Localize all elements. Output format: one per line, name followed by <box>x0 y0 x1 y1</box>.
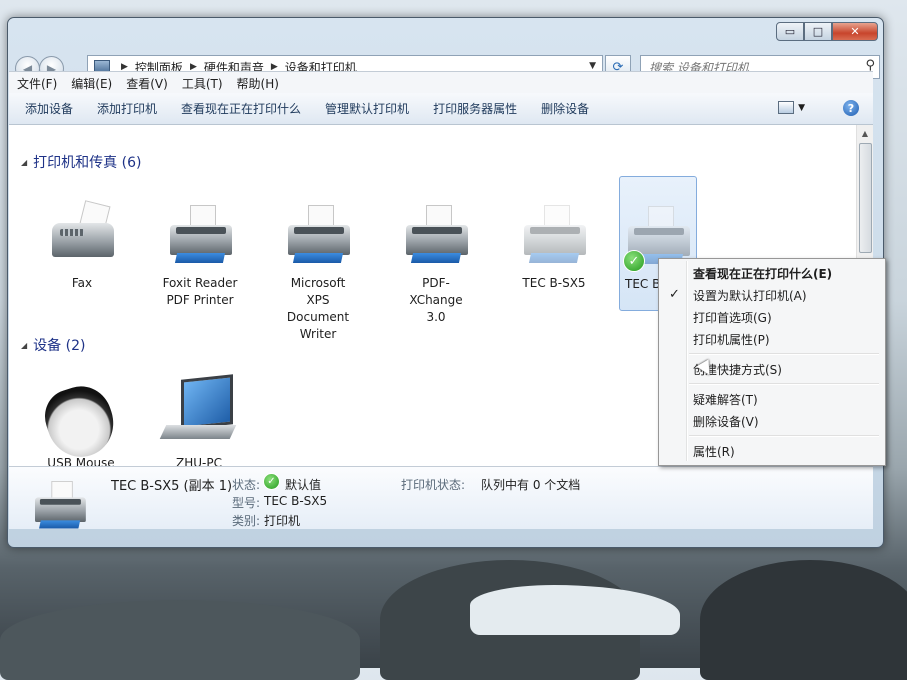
menu-item-remove-device[interactable]: 删除设备(V) <box>693 413 759 430</box>
minimize-button[interactable]: ▭ <box>776 22 804 41</box>
printer-item[interactable]: TEC B-SX5 <box>516 193 592 292</box>
printer-icon <box>398 193 474 275</box>
menu-file[interactable]: 文件(F) <box>17 75 57 92</box>
add-device-button[interactable]: 添加设备 <box>25 100 73 117</box>
menu-separator <box>689 435 879 437</box>
printer-label: Microsoft XPS Document Writer <box>286 276 350 341</box>
printer-label: Foxit Reader PDF Printer <box>162 276 238 307</box>
printer-label: Fax <box>71 276 93 290</box>
command-bar: 添加设备 添加打印机 查看现在正在打印什么 管理默认打印机 打印服务器属性 删除… <box>9 93 873 125</box>
details-category-label: 类别: <box>232 514 261 528</box>
details-category-value: 打印机 <box>264 514 301 528</box>
print-server-properties-button[interactable]: 打印服务器属性 <box>433 100 517 117</box>
details-device-name: TEC B-SX5 (副本 1) <box>111 479 233 494</box>
scroll-thumb[interactable] <box>859 143 872 253</box>
add-printer-button[interactable]: 添加打印机 <box>97 100 157 117</box>
default-check-icon: ✓ <box>623 250 645 272</box>
details-status-value: 默认值 <box>285 478 322 492</box>
help-icon: ? <box>847 101 855 115</box>
menu-edit[interactable]: 编辑(E) <box>71 75 112 92</box>
printer-item[interactable]: Fax <box>44 193 120 292</box>
device-item[interactable]: USB Mouse <box>37 373 123 466</box>
checkmark-icon: ✓ <box>669 287 680 302</box>
collapse-triangle-icon[interactable]: ◢ <box>21 158 27 167</box>
details-model-label: 型号: <box>232 496 261 510</box>
remove-device-button[interactable]: 删除设备 <box>541 100 589 117</box>
menu-item-printer-properties[interactable]: 打印机属性(P) <box>693 331 770 348</box>
menu-item-properties[interactable]: 属性(R) <box>693 443 735 460</box>
collapse-triangle-icon[interactable]: ◢ <box>21 341 27 350</box>
menu-view[interactable]: 查看(V) <box>126 75 168 92</box>
status-check-icon: ✓ <box>263 473 280 490</box>
close-button[interactable]: ✕ <box>832 22 878 41</box>
caption-buttons: ▭ □ ✕ <box>776 22 878 41</box>
details-printer-status-label: 打印机状态: <box>401 478 466 492</box>
details-status-label: 状态: <box>232 478 261 492</box>
scroll-up-icon[interactable]: ▲ <box>857 125 873 141</box>
details-printer-icon <box>31 481 101 531</box>
chevron-down-icon[interactable]: ▼ <box>589 61 596 71</box>
printer-icon <box>516 193 592 275</box>
details-pane: TEC B-SX5 (副本 1) 状态: ✓ 默认值 型号: TEC B-SX5… <box>9 466 873 529</box>
menu-tools[interactable]: 工具(T) <box>182 75 223 92</box>
menu-gutter <box>686 261 688 461</box>
see-whats-printing-button[interactable]: 查看现在正在打印什么 <box>181 100 301 117</box>
printer-item[interactable]: PDF-XChange 3.0 <box>398 193 474 326</box>
printer-label: TEC B-SX5 <box>522 276 586 290</box>
printer-item[interactable]: Foxit Reader PDF Printer <box>162 193 238 309</box>
desktop-snow <box>470 585 680 635</box>
group-title: 设备 (2) <box>33 338 86 354</box>
fax-icon <box>44 193 120 275</box>
mouse-icon <box>37 373 123 466</box>
menu-item-troubleshoot[interactable]: 疑难解答(T) <box>693 391 758 408</box>
menu-separator <box>689 353 879 355</box>
view-icon <box>778 101 795 114</box>
manage-default-printers-button[interactable]: 管理默认打印机 <box>325 100 409 117</box>
help-button[interactable]: ? <box>843 100 859 116</box>
details-printer-status-value: 队列中有 0 个文档 <box>481 478 581 492</box>
printer-icon <box>280 193 356 275</box>
menu-bar: 文件(F) 编辑(E) 查看(V) 工具(T) 帮助(H) <box>9 71 873 94</box>
menu-help[interactable]: 帮助(H) <box>237 75 279 92</box>
device-item[interactable]: ZHU-PC <box>159 373 237 466</box>
desktop-rock <box>0 600 360 680</box>
printer-icon <box>162 193 238 275</box>
details-model-value: TEC B-SX5 <box>264 494 328 508</box>
printer-item[interactable]: Microsoft XPS Document Writer <box>280 193 356 343</box>
group-title: 打印机和传真 (6) <box>33 155 142 171</box>
printer-label: PDF-XChange 3.0 <box>409 276 463 324</box>
maximize-button[interactable]: □ <box>804 22 832 41</box>
change-view-button[interactable]: ▼ <box>778 101 805 114</box>
group-header-devices[interactable]: ◢ 设备 (2) <box>21 335 85 355</box>
menu-separator <box>689 383 879 385</box>
group-header-printers[interactable]: ◢ 打印机和传真 (6) <box>21 152 141 172</box>
desktop-rock <box>700 560 907 680</box>
chevron-down-icon[interactable]: ▼ <box>798 103 805 113</box>
laptop-icon <box>159 373 237 455</box>
menu-item-print-preferences[interactable]: 打印首选项(G) <box>693 309 772 326</box>
menu-item-see-printing[interactable]: 查看现在正在打印什么(E) <box>693 265 832 282</box>
menu-item-set-default[interactable]: 设置为默认打印机(A) <box>693 287 807 304</box>
context-menu: 查看现在正在打印什么(E) ✓ 设置为默认打印机(A) 打印首选项(G) 打印机… <box>658 258 886 466</box>
device-label: ZHU-PC <box>176 456 222 466</box>
